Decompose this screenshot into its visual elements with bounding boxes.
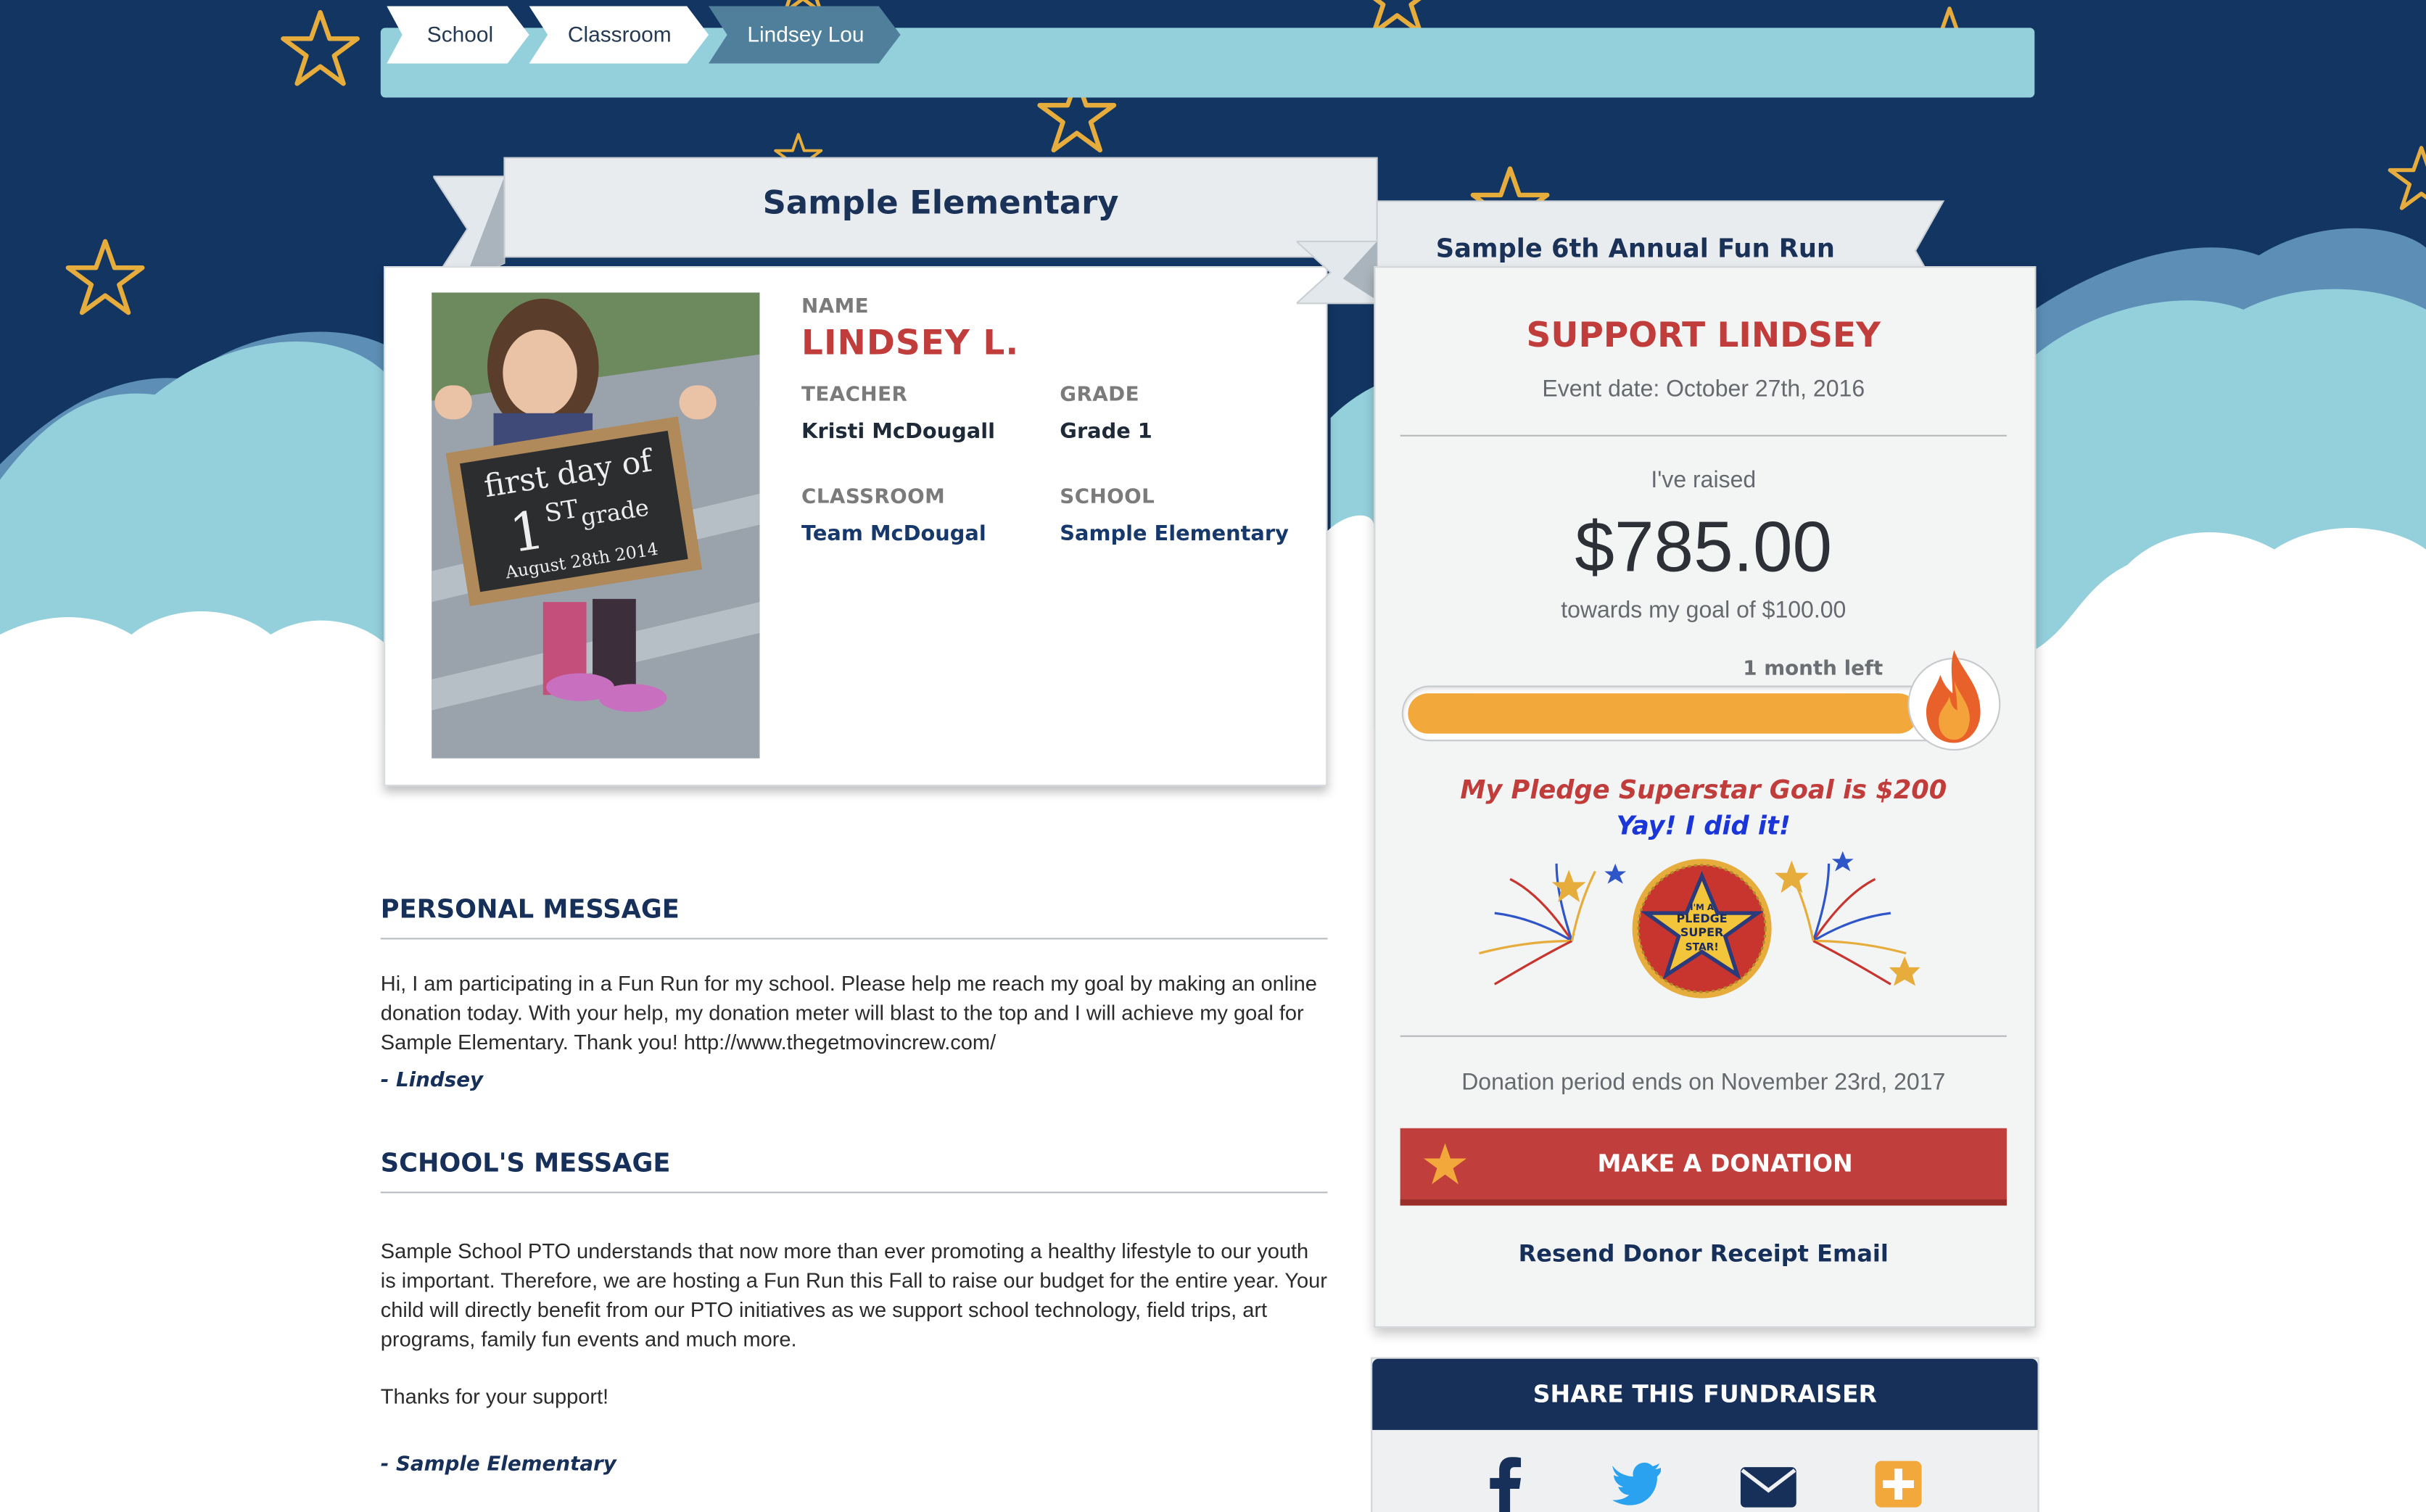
grade-label: GRADE (1060, 384, 1140, 408)
name-label: NAME (801, 295, 869, 319)
student-photo: first day of 1 ST grade August 28th 2014 (432, 292, 760, 759)
donation-meter-fill (1408, 693, 1919, 734)
breadcrumb-label: School (426, 21, 494, 47)
personal-message-heading: PERSONAL MESSAGE (380, 895, 1328, 940)
teacher-label: TEACHER (801, 384, 908, 408)
share-heading: SHARE THIS FUNDRAISER (1372, 1358, 2038, 1430)
raised-label: I've raised (1651, 467, 1757, 494)
donation-period-end: Donation period ends on November 23rd, 2… (1461, 1069, 1946, 1096)
plus-icon[interactable] (1873, 1455, 1923, 1512)
breadcrumb-item-current[interactable]: Lindsey Lou (709, 6, 901, 64)
superstar-goal-text: My Pledge Superstar Goal is $200 (1460, 775, 1947, 805)
flame-icon (1926, 650, 1981, 743)
school-message-signature: - Sample Elementary (380, 1453, 616, 1476)
school-message-text: Sample School PTO understands that now m… (380, 1239, 1327, 1352)
twitter-icon[interactable] (1612, 1455, 1662, 1512)
badge-line-1: I'M A (1690, 902, 1715, 912)
classroom-label: CLASSROOM (801, 486, 946, 510)
goal-text: towards my goal of $100.00 (1561, 597, 1847, 624)
facebook-icon[interactable] (1488, 1455, 1522, 1512)
breadcrumb-label: Lindsey Lou (747, 21, 865, 47)
school-message-heading: SCHOOL'S MESSAGE (380, 1149, 1328, 1194)
raised-amount: $785.00 (1575, 505, 1833, 587)
make-donation-button[interactable]: MAKE A DONATION (1400, 1128, 2007, 1206)
teacher-value: Kristi McDougall (801, 419, 995, 445)
time-left: 1 month left (1743, 657, 1884, 682)
star-decoration-icon (281, 9, 360, 86)
school-title: Sample Elementary (762, 183, 1119, 222)
event-title: Sample 6th Annual Fun Run (1435, 234, 1835, 263)
share-panel: SHARE THIS FUNDRAISER (1371, 1357, 2039, 1512)
email-icon[interactable] (1739, 1455, 1798, 1512)
make-donation-label: MAKE A DONATION (1597, 1149, 1853, 1178)
star-decoration-icon (65, 239, 145, 315)
divider (1400, 434, 2007, 437)
event-date: Event date: October 27th, 2016 (1542, 376, 1865, 402)
grade-value: Grade 1 (1060, 419, 1152, 445)
resend-receipt-link[interactable]: Resend Donor Receipt Email (1374, 1239, 2033, 1267)
classroom-link[interactable]: Team McDougal (801, 521, 986, 546)
fireworks-decoration: I'M A PLEDGE SUPER STAR! (1479, 851, 1920, 999)
school-message-thanks: Thanks for your support! (380, 1385, 609, 1409)
personal-message-text: Hi, I am participating in a Fun Run for … (380, 972, 1317, 1054)
breadcrumb-item-classroom[interactable]: Classroom (529, 6, 709, 64)
badge-line-2: PLEDGE (1677, 912, 1728, 925)
star-decoration-icon (2388, 146, 2426, 210)
student-name: LINDSEY L. (801, 325, 1020, 364)
superstar-done-text: Yay! I did it! (1616, 811, 1791, 840)
divider (1400, 1035, 2007, 1037)
breadcrumb-item-school[interactable]: School (387, 6, 529, 64)
badge-line-4: STAR! (1686, 941, 1719, 953)
badge-line-3: SUPER (1680, 925, 1723, 939)
support-heading: SUPPORT LINDSEY (1526, 317, 1881, 356)
breadcrumb-label: Classroom (567, 21, 672, 47)
chalkboard-line-3: ST (542, 495, 580, 529)
school-link[interactable]: Sample Elementary (1060, 521, 1289, 546)
school-label: SCHOOL (1060, 486, 1155, 510)
personal-message-signature: - Lindsey (380, 1069, 484, 1093)
